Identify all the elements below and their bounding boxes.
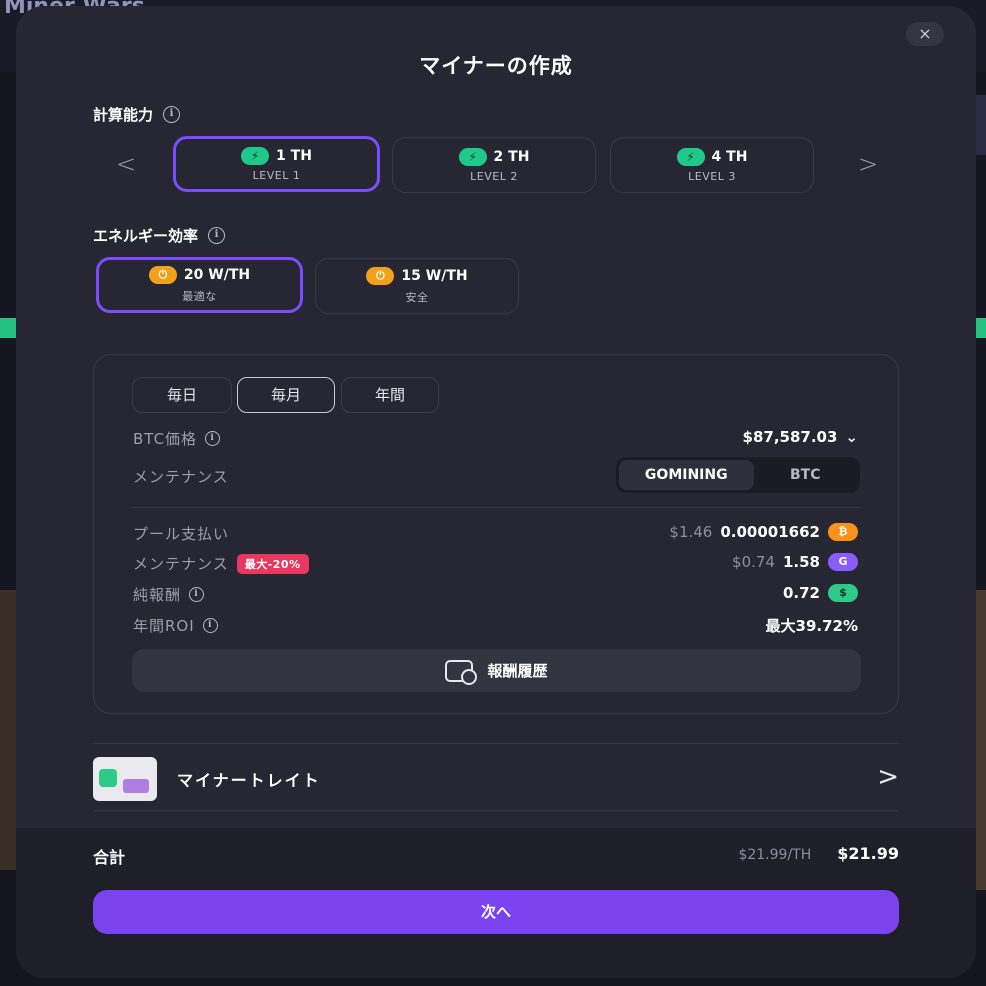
hashpower-level: LEVEL 2	[470, 169, 518, 183]
energy-section-label: エネルギー効率 i	[93, 225, 226, 246]
reward-history-button[interactable]: 報酬履歴	[132, 649, 861, 692]
close-icon[interactable]: ×	[906, 22, 944, 46]
maintenance-cost-value: 1.58	[782, 553, 820, 571]
plug-icon: ⏻	[366, 267, 395, 285]
total-values: $21.99/TH $21.99	[738, 844, 899, 863]
hashpower-level: LEVEL 3	[688, 169, 736, 183]
miner-trait-row[interactable]: マイナートレイト >	[93, 754, 899, 804]
discount-badge: 最大-20%	[236, 553, 309, 574]
miner-trait-image	[93, 757, 157, 801]
next-button[interactable]: 次へ	[93, 890, 899, 934]
energy-option-15wth[interactable]: ⏻ 15 W/TH 安全	[315, 258, 519, 314]
total-label: 合計	[93, 848, 126, 867]
chevron-right-icon[interactable]: >	[858, 150, 878, 178]
info-icon[interactable]: i	[189, 587, 205, 602]
hashpower-section-label: 計算能力 i	[93, 104, 181, 125]
energy-note: 安全	[405, 291, 429, 304]
divider	[132, 507, 860, 508]
tab-monthly[interactable]: 毎月	[237, 377, 335, 413]
bolt-icon: ⚡	[241, 146, 270, 165]
energy-value: 20 W/TH	[183, 267, 251, 283]
history-icon	[445, 659, 478, 685]
roi-row-label: 年間ROI i	[133, 615, 218, 636]
gomining-token-icon: G	[828, 553, 858, 571]
hashpower-option-1th[interactable]: ⚡ 1 TH LEVEL 1	[173, 136, 380, 192]
hashpower-level: LEVEL 1	[252, 168, 301, 182]
energy-note: 最適な	[182, 290, 217, 303]
tab-daily[interactable]: 毎日	[132, 377, 232, 413]
energy-value: 15 W/TH	[401, 268, 468, 284]
miner-trait-label: マイナートレイト	[177, 771, 321, 790]
hashpower-label: 計算能力	[93, 106, 154, 124]
reward-calculator: 毎日 毎月 年間 BTC価格 i $87,587.03 ⌄ メンテナンス GOM…	[93, 354, 899, 714]
bolt-icon: ⚡	[676, 147, 705, 166]
chevron-left-icon[interactable]: <	[116, 150, 136, 178]
net-reward-row-label: 純報酬 i	[133, 584, 205, 605]
hashpower-value: 1 TH	[276, 147, 312, 164]
price-per-th: $21.99/TH	[738, 847, 812, 863]
pool-payout-label: プール支払い	[133, 525, 230, 543]
bitcoin-icon: ₿	[828, 523, 858, 541]
maintenance-label: メンテナンス	[133, 468, 229, 486]
energy-option-20wth[interactable]: ⏻ 20 W/TH 最適な	[96, 257, 303, 313]
info-icon[interactable]: i	[163, 106, 181, 123]
hashpower-option-4th[interactable]: ⚡ 4 TH LEVEL 3	[610, 137, 814, 193]
toggle-gomining[interactable]: GOMINING	[619, 460, 754, 490]
dollar-icon: $	[828, 584, 858, 602]
chevron-down-icon: ⌄	[845, 428, 858, 446]
divider	[93, 810, 899, 811]
maintenance-currency-toggle: GOMINING BTC	[616, 457, 860, 493]
hashpower-value: 2 TH	[493, 148, 530, 165]
maintenance-cost-label: メンテナンス	[133, 555, 229, 573]
modal-title: マイナーの作成	[419, 54, 573, 78]
net-reward-value-group: 0.72 $	[783, 584, 858, 602]
toggle-btc[interactable]: BTC	[754, 460, 857, 490]
net-reward-label: 純報酬	[133, 586, 182, 604]
maintenance-cost-value-group: $0.74 1.58 G	[732, 553, 858, 571]
footer: 合計 $21.99/TH $21.99 次へ	[16, 828, 976, 978]
pool-payout-value-group: $1.46 0.00001662 ₿	[669, 523, 858, 541]
hashpower-value: 4 TH	[711, 148, 748, 165]
plug-icon: ⏻	[148, 266, 177, 284]
btc-price-row-label: BTC価格 i	[133, 428, 221, 449]
btc-price-value: $87,587.03	[742, 428, 838, 446]
roi-value: 最大39.72%	[765, 617, 858, 635]
create-miner-modal: × マイナーの作成 計算能力 i < > ⚡ 1 TH LEVEL 1 ⚡ 2 TH…	[16, 6, 976, 978]
tab-yearly[interactable]: 年間	[341, 377, 439, 413]
btc-price-label: BTC価格	[133, 430, 198, 448]
reward-history-label: 報酬履歴	[487, 662, 548, 680]
bolt-icon: ⚡	[458, 147, 487, 166]
info-icon[interactable]: i	[202, 618, 218, 633]
energy-label: エネルギー効率	[93, 227, 199, 245]
pool-payout-usd: $1.46	[669, 523, 713, 541]
chevron-right-icon: >	[877, 762, 899, 792]
net-reward-value: 0.72	[782, 584, 820, 602]
roi-label: 年間ROI	[133, 617, 195, 635]
pool-payout-btc: 0.00001662	[720, 523, 820, 541]
maintenance-cost-usd: $0.74	[732, 553, 775, 571]
hashpower-option-2th[interactable]: ⚡ 2 TH LEVEL 2	[392, 137, 596, 193]
info-icon[interactable]: i	[205, 431, 221, 446]
total-value: $21.99	[837, 844, 899, 863]
btc-price-value-group[interactable]: $87,587.03 ⌄	[743, 428, 858, 446]
divider	[93, 743, 899, 744]
info-icon[interactable]: i	[208, 227, 226, 244]
maintenance-cost-row-label: メンテナンス 最大-20%	[133, 553, 309, 574]
